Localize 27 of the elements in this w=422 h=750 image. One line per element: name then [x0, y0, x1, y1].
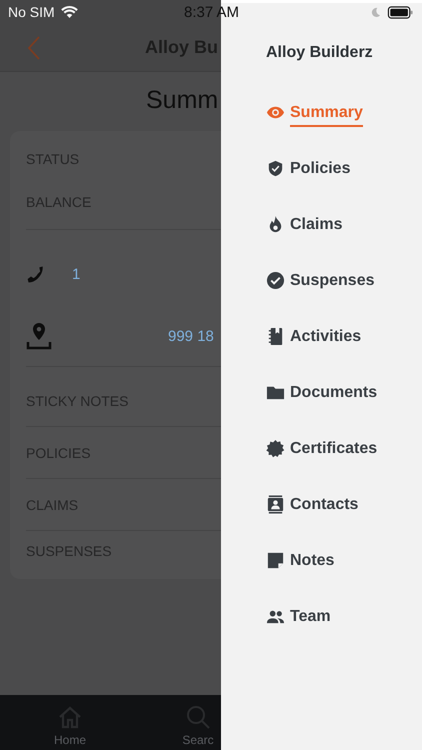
menu-item[interactable]: Activities	[266, 325, 422, 348]
menu-item[interactable]: Claims	[266, 213, 422, 236]
carrier-name: No SIM	[8, 4, 55, 20]
drawer-title: Alloy Builderz	[266, 44, 374, 62]
shield-icon	[266, 159, 285, 178]
location-icon	[26, 322, 52, 350]
notebook-icon	[266, 327, 285, 346]
menu-item[interactable]: Contacts	[266, 493, 422, 516]
menu-item[interactable]: Notes	[266, 549, 422, 572]
page-title: Summ	[146, 86, 220, 115]
search-icon	[185, 705, 211, 729]
back-icon[interactable]	[28, 36, 40, 60]
menu-item[interactable]: Documents	[266, 381, 422, 404]
moon-icon	[370, 7, 381, 18]
menu-item[interactable]: Policies	[266, 157, 422, 180]
phone-number[interactable]: 1	[72, 266, 80, 282]
menu-item[interactable]: Team	[266, 605, 422, 628]
battery-icon	[387, 6, 414, 19]
note-icon	[266, 551, 285, 570]
menu-item[interactable]: Suspenses	[266, 269, 422, 292]
contact-icon	[266, 495, 285, 514]
address-link[interactable]: 999 18	[168, 328, 214, 344]
home-icon	[57, 705, 83, 729]
menu-item[interactable]: Certificates	[266, 437, 422, 460]
badge-icon	[266, 439, 285, 458]
wifi-icon	[60, 6, 78, 18]
check-icon	[266, 271, 285, 290]
